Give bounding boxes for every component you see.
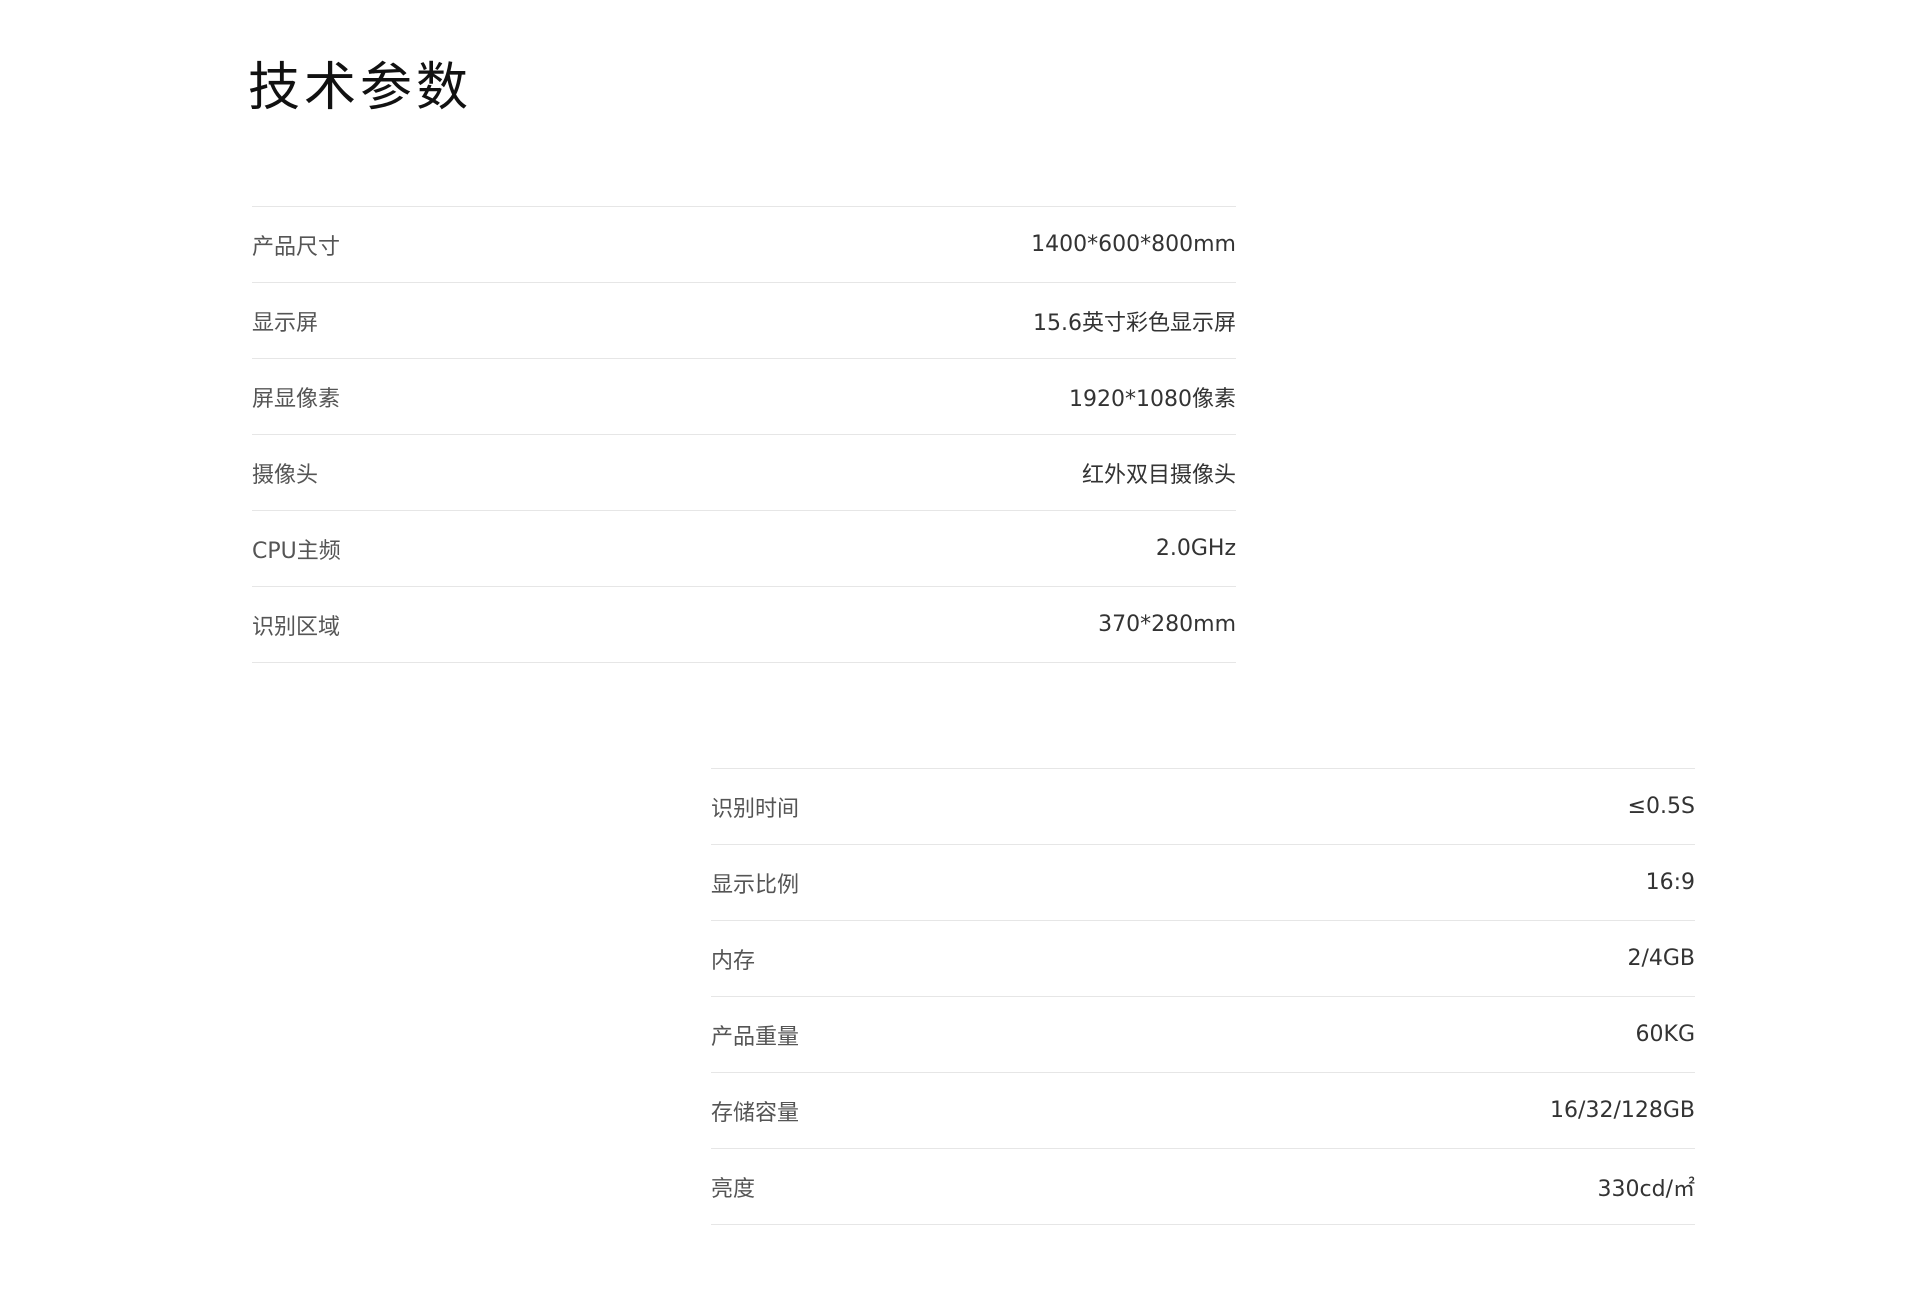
spec-table-secondary: 识别时间 ≤0.5S 显示比例 16:9 内存 2/4GB 产品重量 60KG …: [711, 768, 1695, 1225]
spec-label: 内存: [711, 948, 756, 974]
spec-value: 15.6英寸彩色显示屏: [1033, 310, 1236, 336]
spec-row-resolution: 屏显像素 1920*1080像素: [252, 358, 1236, 434]
spec-label: 产品尺寸: [252, 234, 341, 260]
spec-value: 2/4GB: [1627, 946, 1695, 971]
spec-value: 370*280mm: [1098, 612, 1236, 637]
spec-value: 16:9: [1645, 870, 1695, 895]
spec-label: 亮度: [711, 1176, 756, 1202]
spec-value: 2.0GHz: [1155, 536, 1236, 561]
spec-row-display: 显示屏 15.6英寸彩色显示屏: [252, 282, 1236, 358]
spec-row-camera: 摄像头 红外双目摄像头: [252, 434, 1236, 510]
spec-row-recognition-time: 识别时间 ≤0.5S: [711, 768, 1695, 844]
spec-row-recognition-area: 识别区域 370*280mm: [252, 586, 1236, 663]
spec-label: 摄像头: [252, 462, 319, 488]
spec-value: 1920*1080像素: [1069, 386, 1236, 412]
spec-value: 330cd/㎡: [1597, 1176, 1695, 1202]
spec-label: 屏显像素: [252, 386, 341, 412]
spec-value: ≤0.5S: [1627, 794, 1695, 819]
spec-row-product-size: 产品尺寸 1400*600*800mm: [252, 206, 1236, 282]
spec-row-storage: 存储容量 16/32/128GB: [711, 1072, 1695, 1148]
spec-label: CPU主频: [252, 538, 341, 564]
spec-label: 识别区域: [252, 614, 341, 640]
page-title: 技术参数: [248, 58, 473, 118]
spec-row-aspect-ratio: 显示比例 16:9: [711, 844, 1695, 920]
spec-label: 产品重量: [711, 1024, 800, 1050]
spec-table-primary: 产品尺寸 1400*600*800mm 显示屏 15.6英寸彩色显示屏 屏显像素…: [252, 206, 1236, 663]
spec-value: 60KG: [1635, 1022, 1695, 1047]
spec-row-weight: 产品重量 60KG: [711, 996, 1695, 1072]
spec-row-brightness: 亮度 330cd/㎡: [711, 1148, 1695, 1225]
spec-label: 存储容量: [711, 1100, 800, 1126]
spec-label: 显示比例: [711, 872, 800, 898]
spec-row-memory: 内存 2/4GB: [711, 920, 1695, 996]
spec-label: 显示屏: [252, 310, 319, 336]
spec-value: 16/32/128GB: [1550, 1098, 1695, 1123]
spec-value: 红外双目摄像头: [1081, 462, 1236, 488]
spec-row-cpu: CPU主频 2.0GHz: [252, 510, 1236, 586]
spec-value: 1400*600*800mm: [1031, 232, 1236, 257]
spec-label: 识别时间: [711, 796, 800, 822]
